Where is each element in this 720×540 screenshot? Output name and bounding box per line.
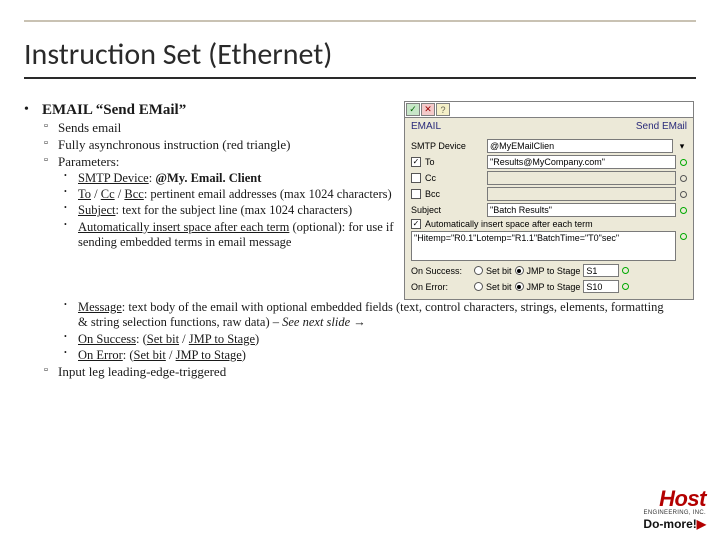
onsuccess-stage-field[interactable]: S1 [583,264,619,277]
to-field[interactable]: "Results@MyCompany.com" [487,155,676,169]
to-status-icon [680,159,687,166]
subject-field[interactable]: "Batch Results" [487,203,676,217]
param-tocc: To / Cc / Bcc: pertinent email addresses… [24,187,398,202]
bullet-main-label: EMAIL “Send EMail” [42,102,186,118]
onsuccess-status-icon [622,267,629,274]
logo-arrow-icon: ▶ [697,517,706,531]
onsuccess-jmp-label: JMP to Stage [527,266,581,276]
onsuccess-label: On Success: [411,266,471,276]
autospace-checkbox[interactable]: ✓ [411,219,421,229]
smtp-field[interactable]: @MyEMailClien [487,139,673,153]
onerror-setbit-label: Set bit [486,282,512,292]
logo-host: Host [643,488,706,510]
bullet-column-full: Message: text body of the email with opt… [24,300,696,380]
message-status-icon [680,233,687,240]
cc-label: Cc [425,173,483,183]
dialog-header: EMAIL Send EMail [405,118,693,135]
dialog-title-left: EMAIL [411,121,441,132]
onerror-jmp-label: JMP to Stage [527,282,581,292]
bullet-column: EMAIL “Send EMail” Sends email Fully asy… [24,101,398,300]
cc-checkbox[interactable] [411,173,421,183]
to-label: To [425,157,483,167]
onerror-status-icon [622,283,629,290]
dialog-title-right: Send EMail [636,121,687,132]
logo-subtitle: ENGINEERING, INC. [643,510,706,516]
bullet-main: EMAIL “Send EMail” [24,101,398,119]
param-autospace: Automatically insert space after each te… [24,220,398,251]
param-smtp: SMTP Device: @My. Email. Client [24,171,398,186]
bcc-status-icon [680,191,687,198]
autospace-label: Automatically insert space after each te… [425,219,593,229]
bullet-inputleg: Input leg leading-edge-triggered [24,364,696,380]
onerror-stage-field[interactable]: S10 [583,280,619,293]
email-dialog: ✓ ✕ ? EMAIL Send EMail SMTP Device @MyEM… [404,101,694,300]
logo-domore: Do-more!▶ [643,518,706,530]
to-checkbox[interactable]: ✓ [411,157,421,167]
bcc-field[interactable] [487,187,676,201]
onerror-setbit-radio[interactable] [474,282,483,291]
help-button[interactable]: ? [436,103,450,116]
onsuccess-setbit-label: Set bit [486,266,512,276]
page-title: Instruction Set (Ethernet) [24,30,696,79]
bullet-async: Fully asynchronous instruction (red tria… [24,137,398,153]
cancel-button[interactable]: ✕ [421,103,435,116]
bcc-checkbox[interactable] [411,189,421,199]
dialog-toolbar: ✓ ✕ ? [405,102,693,118]
param-message: Message: text body of the email with opt… [24,300,696,331]
ok-button[interactable]: ✓ [406,103,420,116]
onerror-label: On Error: [411,282,471,292]
subject-label: Subject [411,205,483,215]
smtp-dropdown-icon[interactable]: ▾ [677,141,687,152]
param-onsuccess: On Success: (Set bit / JMP to Stage) [24,332,696,347]
bullet-params: Parameters: [24,154,398,170]
param-subject: Subject: text for the subject line (max … [24,203,398,218]
cc-field[interactable] [487,171,676,185]
param-onerror: On Error: (Set bit / JMP to Stage) [24,348,696,363]
onsuccess-jmp-radio[interactable] [515,266,524,275]
brand-logo: Host ENGINEERING, INC. Do-more!▶ [643,488,706,530]
onsuccess-setbit-radio[interactable] [474,266,483,275]
bcc-label: Bcc [425,189,483,199]
bullet-sends: Sends email [24,120,398,136]
smtp-label: SMTP Device [411,141,483,151]
message-field[interactable]: "Hitemp="R0.1"Lotemp="R1.1"BatchTime="T0… [411,231,676,261]
cc-status-icon [680,175,687,182]
onerror-jmp-radio[interactable] [515,282,524,291]
decorative-top-rule [24,20,696,22]
subject-status-icon [680,207,687,214]
